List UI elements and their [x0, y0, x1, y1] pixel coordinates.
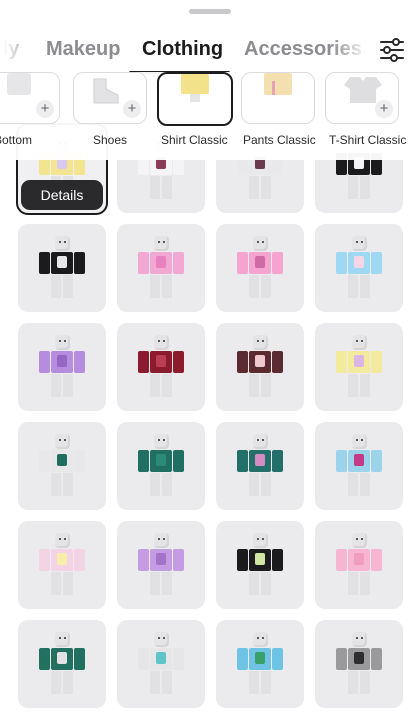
pants-classic-icon — [264, 73, 292, 95]
clothing-sheet: dy Makeup Clothing Accessories — [0, 0, 420, 708]
avatar-preview — [18, 224, 106, 312]
details-button[interactable]: Details — [21, 180, 103, 210]
avatar-preview — [216, 620, 304, 708]
subcat-label: Pants Classic — [243, 133, 316, 147]
subcat-pants-classic-tile[interactable] — [241, 72, 315, 124]
clothing-item-card[interactable] — [18, 521, 106, 609]
add-icon: + — [123, 100, 141, 118]
clothing-item-card[interactable] — [216, 521, 304, 609]
tab-makeup[interactable]: Makeup — [46, 38, 120, 61]
avatar-preview — [315, 620, 403, 708]
subcategory-strip: + Bottom + Shoes Shirt Classic — [0, 72, 420, 160]
clothing-grid: Details — [18, 125, 420, 725]
sliders-icon — [380, 38, 404, 62]
clothing-item-card[interactable] — [216, 422, 304, 510]
clothing-item-card[interactable] — [18, 422, 106, 510]
subcat-shirt-classic-tile[interactable] — [157, 72, 233, 126]
clothing-item-card[interactable] — [117, 521, 205, 609]
add-icon: + — [36, 100, 54, 118]
clothing-item-card[interactable] — [315, 224, 403, 312]
subcat-shoes-tile[interactable]: + — [73, 72, 147, 124]
avatar-preview — [18, 422, 106, 510]
add-icon: + — [375, 100, 393, 118]
avatar-preview — [315, 521, 403, 609]
avatar-preview — [117, 323, 205, 411]
subcat-pants-classic[interactable]: Pants Classic — [241, 72, 317, 147]
clothing-item-card[interactable] — [18, 224, 106, 312]
clothing-item-card[interactable] — [315, 620, 403, 708]
clothing-item-card[interactable] — [315, 422, 403, 510]
shirt-classic-icon — [181, 74, 209, 102]
clothing-item-card[interactable] — [117, 224, 205, 312]
subcat-tshirt-classic-tile[interactable]: + — [325, 72, 399, 124]
subcat-bottom-tile[interactable]: + — [0, 72, 60, 124]
avatar-preview — [315, 422, 403, 510]
clothing-item-card[interactable] — [117, 620, 205, 708]
avatar-preview — [216, 323, 304, 411]
avatar-preview — [117, 224, 205, 312]
avatar-preview — [18, 620, 106, 708]
avatar-preview — [117, 521, 205, 609]
subcat-label: Shirt Classic — [161, 133, 228, 147]
avatar-preview — [216, 521, 304, 609]
subcat-label: Bottom — [0, 133, 33, 147]
tabs-fade-left — [0, 26, 36, 74]
clothing-item-card[interactable] — [117, 422, 205, 510]
avatar-preview — [117, 422, 205, 510]
subcat-label: Shoes — [93, 133, 128, 147]
avatar-preview — [315, 224, 403, 312]
subcat-label: T-Shirt Classic — [329, 133, 407, 147]
tabs-fade-right — [332, 26, 372, 74]
clothing-item-card[interactable] — [216, 620, 304, 708]
clothing-item-card[interactable] — [18, 323, 106, 411]
avatar-preview — [18, 323, 106, 411]
clothing-item-card[interactable] — [315, 323, 403, 411]
avatar-preview — [216, 422, 304, 510]
sheet-grabber[interactable] — [189, 9, 231, 14]
tab-clothing[interactable]: Clothing — [142, 38, 223, 61]
clothing-item-card[interactable] — [216, 224, 304, 312]
clothing-item-card[interactable] — [117, 323, 205, 411]
avatar-preview — [315, 323, 403, 411]
subcat-shoes[interactable]: + Shoes — [73, 72, 149, 147]
clothing-item-card[interactable] — [315, 521, 403, 609]
subcat-bottom[interactable]: + Bottom — [0, 72, 62, 147]
clothing-item-card[interactable] — [18, 620, 106, 708]
filter-button[interactable] — [374, 34, 410, 66]
avatar-preview — [117, 620, 205, 708]
subcat-tshirt-classic[interactable]: + T-Shirt Classic — [325, 72, 406, 147]
category-tabs: dy Makeup Clothing Accessories — [0, 26, 420, 74]
avatar-preview — [18, 521, 106, 609]
clothing-item-card[interactable] — [216, 323, 304, 411]
subcat-shirt-classic[interactable]: Shirt Classic — [157, 72, 233, 147]
avatar-preview — [216, 224, 304, 312]
